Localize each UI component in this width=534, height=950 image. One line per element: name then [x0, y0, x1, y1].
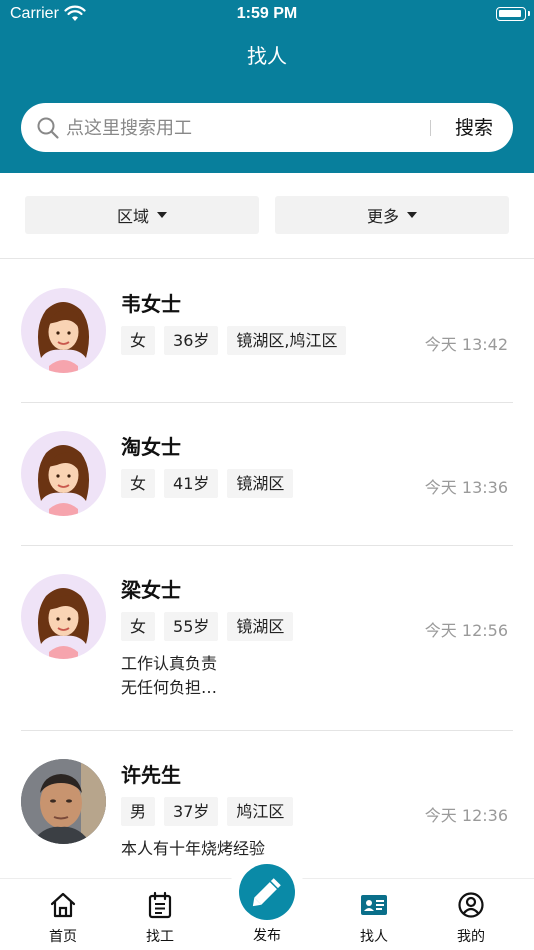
search-bar: 搜索 — [21, 103, 513, 152]
area-tag: 镜湖区 — [227, 469, 294, 498]
person-tags: 女 36岁 镜湖区,鸠江区 — [121, 326, 347, 355]
clipboard-icon — [148, 891, 172, 919]
description-line: 工作认真负责 — [121, 654, 218, 673]
search-icon — [37, 117, 59, 139]
search-button[interactable]: 搜索 — [446, 114, 502, 142]
post-time: 今天 13:42 — [424, 335, 508, 354]
post-time: 今天 12:36 — [424, 806, 508, 825]
tab-label: 找人 — [360, 929, 388, 945]
tab-label: 我的 — [457, 929, 485, 945]
filter-more-dropdown[interactable]: 更多 — [275, 196, 509, 234]
search-input[interactable] — [66, 111, 426, 145]
id-card-icon — [361, 895, 387, 915]
pencil-icon — [252, 878, 281, 907]
person-card[interactable]: 梁女士 女 55岁 镜湖区 今天 12:56 工作认真负责 无任何负担… — [0, 546, 534, 731]
person-name: 韦女士 — [121, 292, 181, 316]
person-tags: 女 41岁 镜湖区 — [121, 469, 294, 498]
filter-more-label: 更多 — [366, 207, 399, 226]
clock: 1:59 PM — [236, 5, 298, 22]
page-title: 找人 — [247, 44, 287, 68]
person-card[interactable]: 韦女士 女 36岁 镜湖区,鸠江区 今天 13:42 — [0, 260, 534, 403]
female-avatar-icon — [37, 588, 90, 659]
header: Carrier 1:59 PM 找人 搜索 — [0, 0, 534, 173]
avatar — [21, 759, 106, 844]
caret-down-icon — [157, 212, 167, 218]
person-tags: 男 37岁 鸠江区 — [121, 797, 294, 826]
home-icon — [50, 892, 76, 918]
people-list: 韦女士 女 36岁 镜湖区,鸠江区 今天 13:42 淘女士 女 41岁 镜湖区 — [0, 260, 534, 878]
caret-down-icon — [407, 212, 417, 218]
person-description: 工作认真负责 无任何负担… — [121, 652, 217, 700]
user-circle-icon — [458, 892, 484, 918]
description-line: 无任何负担… — [121, 678, 218, 697]
area-tag: 镜湖区 — [227, 612, 294, 641]
person-description: 本人有十年烧烤经验 — [121, 837, 265, 861]
gender-tag: 女 — [121, 326, 156, 355]
status-bar: Carrier 1:59 PM — [0, 0, 534, 30]
age-tag: 37岁 — [164, 797, 219, 826]
post-time: 今天 13:36 — [424, 478, 508, 497]
tab-label: 首页 — [49, 929, 77, 945]
gender-tag: 女 — [121, 469, 156, 498]
person-card[interactable]: 淘女士 女 41岁 镜湖区 今天 13:36 — [0, 403, 534, 546]
filter-area-label: 区域 — [116, 207, 149, 226]
person-name: 许先生 — [121, 763, 181, 787]
female-avatar-icon — [37, 445, 90, 516]
avatar — [21, 288, 106, 373]
tab-find-work[interactable]: 找工 — [120, 879, 200, 950]
avatar — [21, 574, 106, 659]
tab-label: 发布 — [253, 928, 281, 944]
area-tag: 镜湖区,鸠江区 — [227, 326, 347, 355]
age-tag: 41岁 — [164, 469, 219, 498]
tab-find-people[interactable]: 找人 — [334, 879, 414, 950]
person-name: 淘女士 — [121, 435, 181, 459]
search-divider — [430, 120, 431, 136]
age-tag: 36岁 — [164, 326, 219, 355]
tab-label: 找工 — [146, 929, 174, 945]
person-tags: 女 55岁 镜湖区 — [121, 612, 294, 641]
tab-home[interactable]: 首页 — [23, 879, 103, 950]
avatar — [21, 431, 106, 516]
post-time: 今天 12:56 — [424, 621, 508, 640]
male-avatar-icon — [21, 759, 106, 844]
filter-area-dropdown[interactable]: 区域 — [25, 196, 259, 234]
area-tag: 鸠江区 — [227, 797, 294, 826]
publish-button[interactable] — [239, 864, 295, 920]
description-line: 本人有十年烧烤经验 — [121, 839, 266, 858]
gender-tag: 女 — [121, 612, 156, 641]
tab-mine[interactable]: 我的 — [431, 879, 511, 950]
person-name: 梁女士 — [121, 578, 181, 602]
age-tag: 55岁 — [164, 612, 219, 641]
battery-icon — [496, 7, 530, 21]
filter-bar: 区域 更多 — [0, 173, 534, 259]
female-avatar-icon — [37, 302, 90, 373]
gender-tag: 男 — [121, 797, 156, 826]
